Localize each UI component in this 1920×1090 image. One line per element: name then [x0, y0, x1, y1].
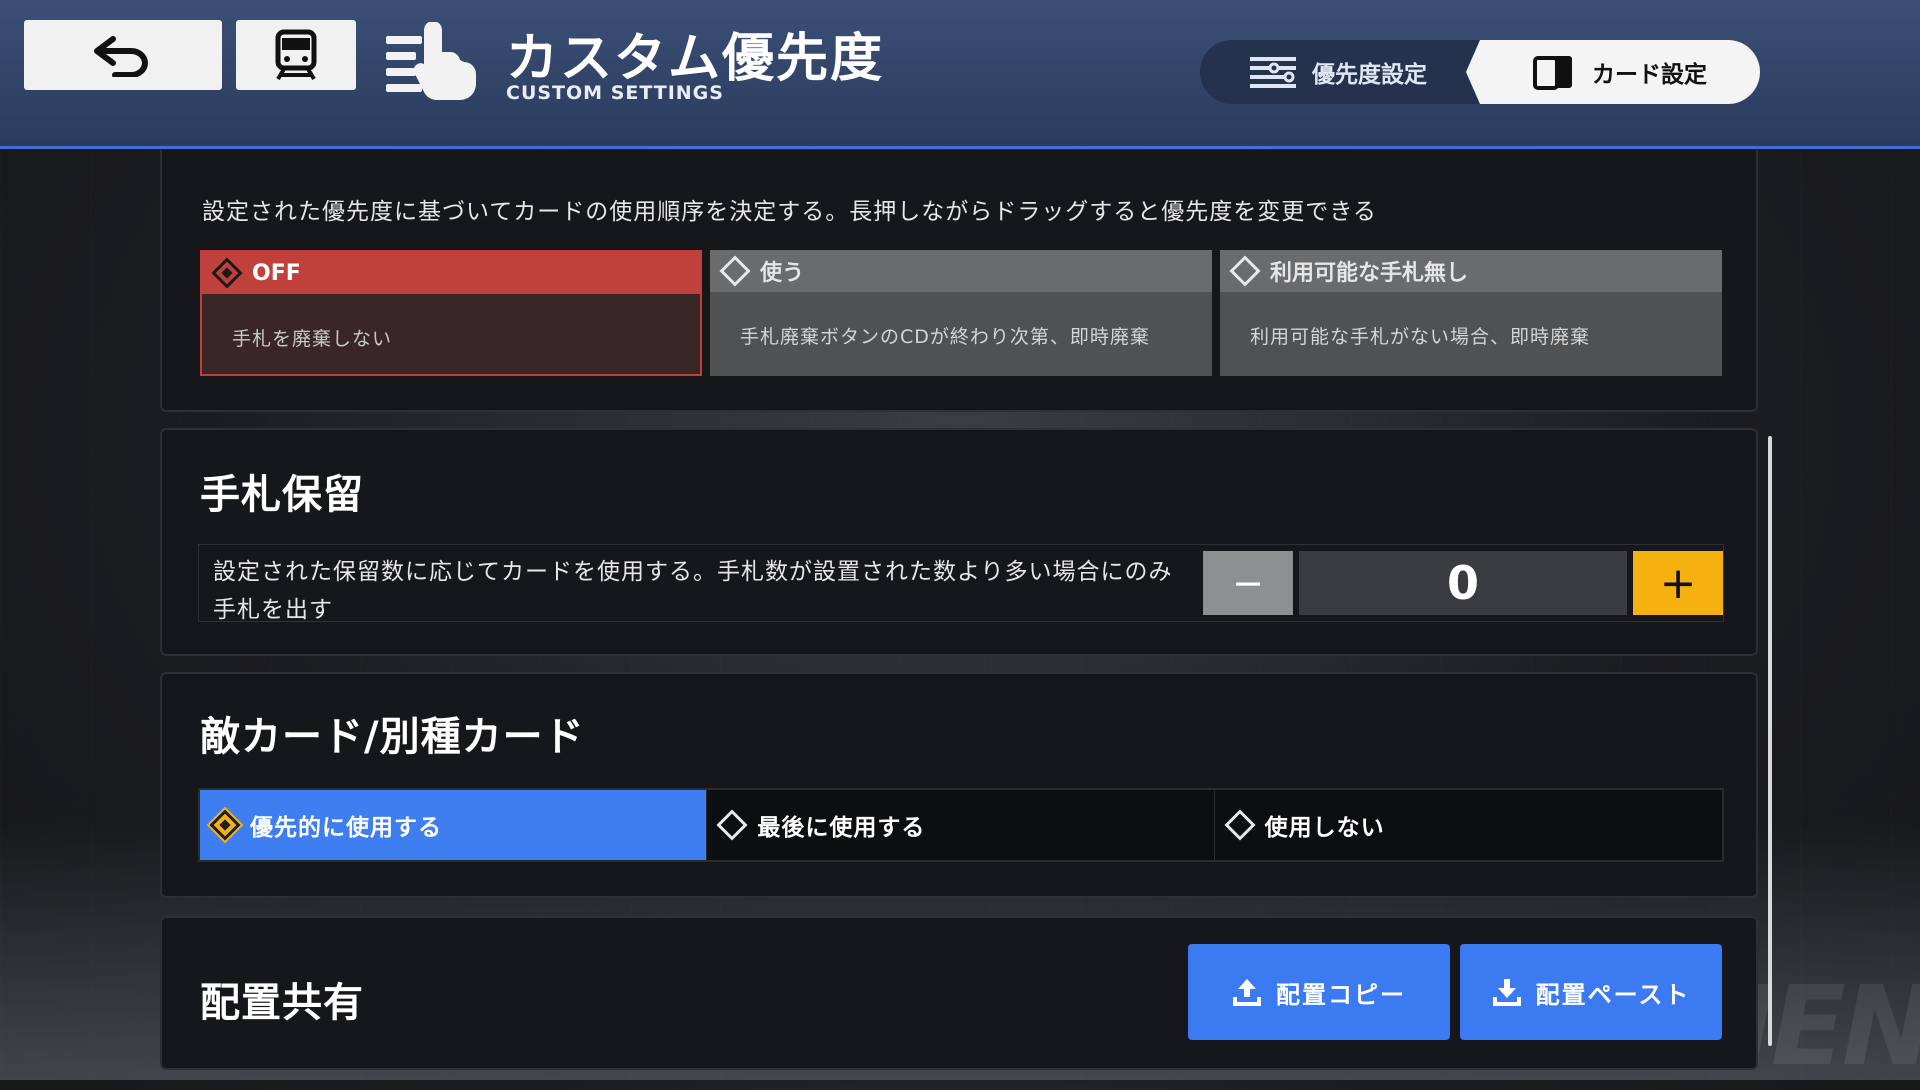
tab-card-settings[interactable]: カード設定 — [1466, 40, 1760, 104]
diamond-selected-icon — [209, 809, 241, 841]
diamond-selected-icon — [211, 257, 243, 289]
hand-hold-stepper: − 0 + — [1203, 551, 1723, 615]
back-arrow-icon — [94, 36, 148, 77]
copy-layout-label: 配置コピー — [1276, 980, 1406, 1009]
enemy-option-priority[interactable]: 優先的に使用する — [200, 790, 708, 860]
diamond-icon — [1229, 255, 1261, 287]
page-title: カスタム優先度 — [506, 29, 885, 89]
enemy-option-last-label: 最後に使用する — [757, 815, 926, 841]
discard-option-use-label: 使う — [760, 261, 805, 286]
discard-option-off[interactable]: OFF 手札を廃棄しない — [200, 250, 702, 376]
page-subtitle: CUSTOM SETTINGS — [506, 82, 724, 104]
tab-priority-label: 優先度設定 — [1312, 62, 1427, 88]
hand-hold-description: 設定された保留数に応じてカードを使用する。手札数が設置された数より多い場合にのみ… — [213, 559, 1173, 623]
decrement-button[interactable]: − — [1203, 551, 1293, 615]
enemy-card-title: 敵カード/別種カード — [200, 714, 585, 760]
train-icon — [275, 29, 317, 81]
discard-option-use[interactable]: 使う 手札廃棄ボタンのCDが終わり次第、即時廃棄 — [710, 250, 1212, 376]
increment-button[interactable]: + — [1633, 551, 1723, 615]
sliders-icon — [1250, 57, 1296, 88]
diamond-icon — [719, 255, 751, 287]
enemy-option-none[interactable]: 使用しない — [1215, 790, 1722, 860]
settings-tab-group: 優先度設定 カード設定 — [1200, 40, 1760, 104]
enemy-option-last[interactable]: 最後に使用する — [707, 790, 1215, 860]
back-button[interactable] — [24, 20, 222, 90]
enemy-option-priority-label: 優先的に使用する — [250, 815, 442, 841]
scrollbar[interactable] — [1768, 436, 1772, 1046]
layout-share-panel: 配置共有 配置コピー 配置ペースト — [160, 916, 1758, 1070]
download-icon — [1492, 979, 1521, 1006]
card-icon — [1533, 56, 1572, 90]
hold-count-value: 0 — [1299, 551, 1627, 615]
layout-share-title: 配置共有 — [200, 980, 364, 1026]
diamond-icon — [1224, 809, 1256, 841]
hand-hold-row: 設定された保留数に応じてカードを使用する。手札数が設置された数より多い場合にのみ… — [198, 544, 1724, 623]
discard-option-use-desc: 手札廃棄ボタンのCDが終わり次第、即時廃棄 — [740, 326, 1150, 348]
diamond-icon — [716, 809, 748, 841]
hand-hold-title: 手札保留 — [200, 472, 364, 518]
copy-layout-button[interactable]: 配置コピー — [1188, 944, 1450, 1040]
tab-priority-settings[interactable]: 優先度設定 — [1250, 40, 1427, 104]
hand-hold-panel: 手札保留 設定された保留数に応じてカードを使用する。手札数が設置された数より多い… — [160, 428, 1758, 656]
paste-layout-button[interactable]: 配置ペースト — [1460, 944, 1722, 1040]
enemy-card-panel: 敵カード/別種カード 優先的に使用する 最後に使用する 使用しない — [160, 672, 1758, 898]
hand-settings-icon — [386, 22, 476, 100]
tab-card-label: カード設定 — [1592, 62, 1707, 88]
discard-description: 設定された優先度に基づいてカードの使用順序を決定する。長押しながらドラッグすると… — [202, 199, 1377, 225]
train-button[interactable] — [236, 20, 356, 90]
enemy-option-none-label: 使用しない — [1264, 815, 1385, 841]
paste-layout-label: 配置ペースト — [1535, 980, 1691, 1009]
enemy-card-options: 優先的に使用する 最後に使用する 使用しない — [198, 788, 1724, 862]
header-bar: カスタム優先度 CUSTOM SETTINGS 優先度設定 カード設定 — [0, 0, 1920, 149]
upload-icon — [1233, 979, 1261, 1006]
discard-option-off-label: OFF — [252, 260, 301, 286]
discard-option-no-usable-hand[interactable]: 利用可能な手札無し 利用可能な手札がない場合、即時廃棄 — [1220, 250, 1722, 376]
discard-settings-panel: 設定された優先度に基づいてカードの使用順序を決定する。長押しながらドラッグすると… — [160, 150, 1758, 412]
discard-option-nohand-label: 利用可能な手札無し — [1270, 261, 1469, 286]
discard-option-off-desc: 手札を廃棄しない — [232, 328, 393, 350]
discard-option-nohand-desc: 利用可能な手札がない場合、即時廃棄 — [1250, 326, 1591, 348]
